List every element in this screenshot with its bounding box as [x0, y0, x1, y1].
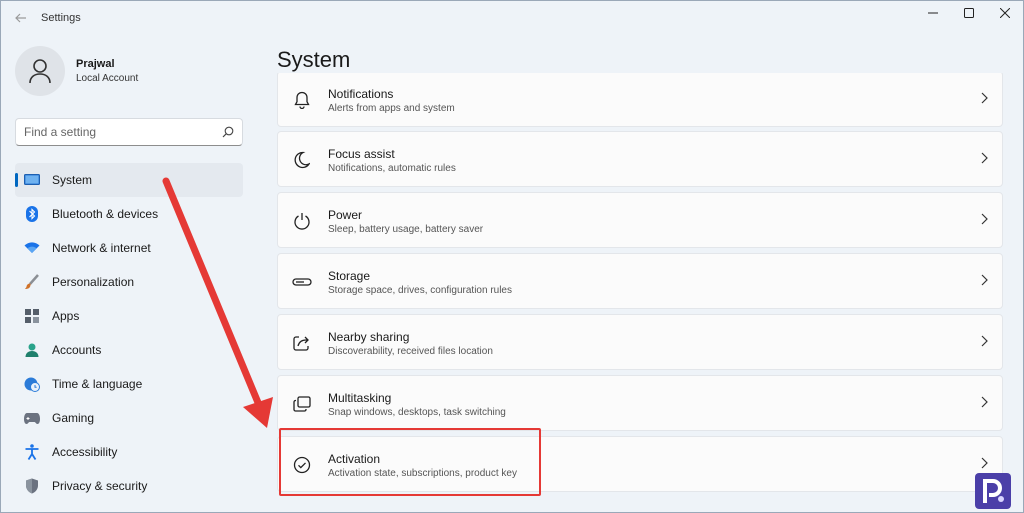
share-icon: [292, 333, 312, 353]
setting-subtitle: Alerts from apps and system: [328, 103, 455, 114]
sidebar-item-label: Accessibility: [52, 445, 118, 459]
sidebar-item-accounts[interactable]: Accounts: [15, 333, 243, 367]
sidebar-item-label: Network & internet: [52, 241, 151, 255]
chevron-right-icon: [981, 274, 988, 286]
person-icon: [24, 342, 40, 358]
title-bar: Settings: [1, 1, 1023, 35]
search-input[interactable]: [24, 125, 222, 139]
setting-title: Power: [328, 208, 363, 222]
setting-title: Storage: [328, 269, 371, 283]
setting-title: Focus assist: [328, 147, 395, 161]
moon-icon: [292, 150, 312, 170]
chevron-right-icon: [981, 92, 988, 104]
sidebar-item-gaming[interactable]: Gaming: [15, 401, 243, 435]
sidebar-item-accessibility[interactable]: Accessibility: [15, 435, 243, 469]
sidebar-item-bluetooth[interactable]: Bluetooth & devices: [15, 197, 243, 231]
setting-card-power[interactable]: Power Sleep, battery usage, battery save…: [277, 192, 1003, 248]
accessibility-icon: [24, 444, 40, 460]
sidebar-item-system[interactable]: System: [15, 163, 243, 197]
search-icon[interactable]: [222, 126, 234, 138]
settings-window: Settings Prajwal Local Account Find a se…: [0, 0, 1024, 513]
bluetooth-icon: [24, 206, 40, 222]
sidebar-item-label: Bluetooth & devices: [52, 207, 159, 221]
page-title: System: [277, 47, 351, 72]
chevron-right-icon: [981, 152, 988, 164]
setting-card-nearby-sharing[interactable]: Nearby sharing Discoverability, received…: [277, 314, 1003, 370]
back-button[interactable]: [1, 1, 41, 35]
paintbrush-icon: [24, 274, 40, 290]
wifi-icon: [24, 240, 40, 256]
multitask-windows-icon: [292, 394, 312, 414]
setting-title: Notifications: [328, 87, 394, 101]
power-icon: [292, 211, 312, 231]
close-button[interactable]: [987, 1, 1023, 25]
account-profile[interactable]: Prajwal Local Account: [15, 46, 138, 96]
setting-card-multitasking[interactable]: Multitasking Snap windows, desktops, tas…: [277, 375, 1003, 431]
app-title: Settings: [41, 12, 81, 24]
sidebar-item-label: System: [52, 173, 93, 187]
user-avatar-icon: [29, 59, 51, 84]
sidebar-item-privacy-security[interactable]: Privacy & security: [15, 469, 243, 503]
setting-subtitle: Sleep, battery usage, battery saver: [328, 224, 484, 235]
sidebar-item-network[interactable]: Network & internet: [15, 231, 243, 265]
sidebar-item-label: Gaming: [52, 411, 95, 425]
storage-drive-icon: [292, 272, 312, 292]
setting-subtitle: Storage space, drives, configuration rul…: [328, 285, 512, 296]
monitor-icon: [24, 172, 40, 188]
sidebar-nav: System Bluetooth & devices Network & int…: [15, 163, 243, 503]
sidebar-item-personalization[interactable]: Personalization: [15, 265, 243, 299]
setting-subtitle: Snap windows, desktops, task switching: [328, 407, 506, 418]
sidebar-item-label: Personalization: [52, 275, 135, 289]
sidebar-item-time-language[interactable]: Time & language: [15, 367, 243, 401]
setting-card-focus-assist[interactable]: Focus assist Notifications, automatic ru…: [277, 131, 1003, 187]
annotation-highlight-box: [279, 428, 541, 496]
gamepad-icon: [24, 410, 40, 426]
setting-card-notifications[interactable]: Notifications Alerts from apps and syste…: [277, 71, 1003, 127]
chevron-right-icon: [981, 213, 988, 225]
minimize-button[interactable]: [915, 1, 951, 25]
avatar: [15, 46, 65, 96]
chevron-right-icon: [981, 396, 988, 408]
chevron-right-icon: [981, 335, 988, 347]
profile-account-type: Local Account: [76, 73, 139, 84]
profile-name: Prajwal: [76, 58, 115, 70]
sidebar-item-label: Apps: [52, 309, 80, 323]
setting-title: Nearby sharing: [328, 330, 410, 344]
sidebar-item-label: Accounts: [52, 343, 102, 357]
setting-subtitle: Discoverability, received files location: [328, 346, 493, 357]
maximize-button[interactable]: [951, 1, 987, 25]
minimize-icon: [928, 12, 938, 14]
sidebar-item-label: Privacy & security: [52, 479, 148, 493]
watermark-logo-icon: [975, 473, 1011, 509]
sidebar-item-label: Time & language: [52, 377, 143, 391]
setting-title: Multitasking: [328, 391, 392, 405]
bell-icon: [292, 90, 312, 110]
close-icon: [1000, 8, 1010, 18]
setting-card-storage[interactable]: Storage Storage space, drives, configura…: [277, 253, 1003, 309]
globe-clock-icon: [24, 376, 40, 392]
window-controls: [915, 1, 1023, 25]
back-arrow-icon: [15, 13, 26, 23]
search-box: [15, 118, 243, 146]
maximize-icon: [964, 8, 974, 18]
shield-icon: [24, 478, 40, 494]
page-header: [271, 37, 1011, 73]
apps-grid-icon: [24, 308, 40, 324]
setting-subtitle: Notifications, automatic rules: [328, 163, 456, 174]
sidebar-item-apps[interactable]: Apps: [15, 299, 243, 333]
